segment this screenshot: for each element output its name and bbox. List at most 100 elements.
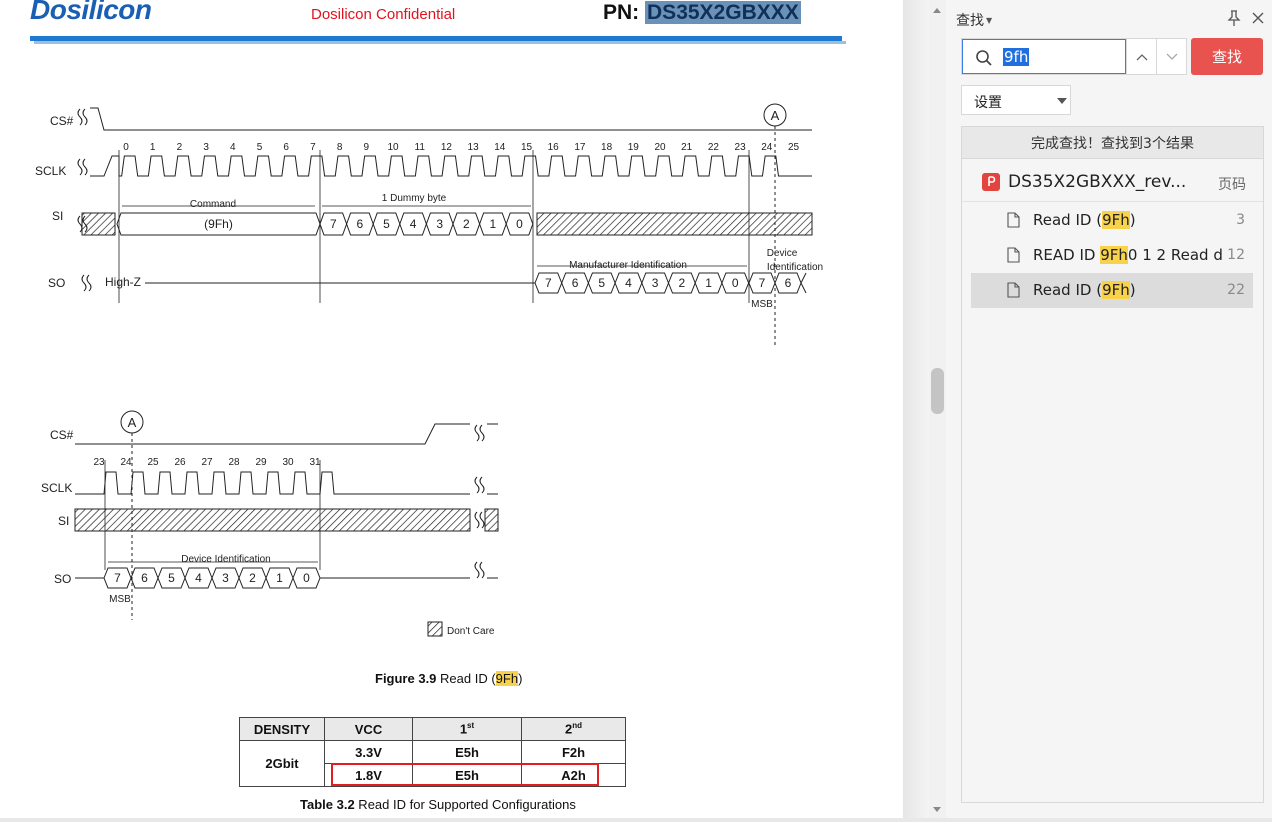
previous-result-button[interactable] — [1126, 39, 1156, 74]
scrollbar-thumb[interactable] — [931, 368, 944, 414]
find-button[interactable]: 查找 — [1191, 38, 1263, 75]
result-file-name: DS35X2GBXXX_rev... — [1008, 172, 1187, 192]
result-page-number: 22 — [1227, 282, 1245, 298]
clock-number: 19 — [628, 142, 640, 153]
device-bit: 1 — [276, 571, 283, 585]
clock-number: 15 — [521, 142, 533, 153]
clock-number: 24 — [761, 142, 773, 153]
document-gutter — [903, 0, 929, 822]
sclk-waveform — [90, 155, 812, 177]
search-box: 9fh — [961, 38, 1187, 75]
clock-number: 25 — [788, 142, 800, 153]
clock-number: 31 — [309, 457, 321, 468]
sclk-label: SCLK — [35, 164, 66, 178]
search-icon — [976, 50, 992, 66]
find-panel: 查找 ▼ 9fh 查找 设置 完成查找！查找到3个结果 DS35X2GBXXX_… — [946, 0, 1272, 818]
bottom-border — [0, 818, 1272, 822]
clock-number: 22 — [708, 142, 720, 153]
highlight-box — [331, 763, 599, 786]
scroll-down-icon[interactable] — [933, 807, 941, 812]
vertical-scrollbar[interactable] — [929, 0, 946, 822]
timing-diagram: CS#SCLKSISOA0 1 2 3 4 5 6 7 8 9 10 11 12 13 14 15 16 17 18… — [35, 103, 823, 637]
settings-label: 设置 — [974, 95, 1002, 111]
clock-number: 10 — [387, 142, 399, 153]
device-bit: 7 — [114, 571, 121, 585]
device-bit: 3 — [222, 571, 229, 585]
table-caption: Table 3.2 Read ID for Supported Configur… — [300, 797, 576, 812]
dummy-label: 1 Dummy byte — [382, 193, 447, 204]
clock-number: 13 — [468, 142, 480, 153]
chevron-up-icon — [1136, 53, 1147, 60]
table-cell: 3.3V — [324, 740, 413, 764]
manufacturer-bit: 4 — [625, 276, 632, 290]
dummy-bit: 7 — [330, 217, 337, 231]
manufacturer-bit: 3 — [652, 276, 659, 290]
device-label: Device Identification — [181, 554, 271, 565]
so-label: SO — [54, 572, 71, 586]
clock-number: 16 — [548, 142, 560, 153]
document-viewer[interactable]: Dosilicon Dosilicon Confidential PN: DS3… — [0, 0, 903, 822]
table-header: DENSITY — [239, 717, 325, 741]
next-result-button[interactable] — [1156, 39, 1186, 74]
table-cell-density: 2Gbit — [239, 740, 325, 787]
clock-number: 17 — [574, 142, 586, 153]
dummy-bit: 3 — [436, 217, 443, 231]
manufacturer-bit: 7 — [545, 276, 552, 290]
device-bit: 6 — [141, 571, 148, 585]
cs-break — [77, 108, 88, 126]
clock-number: 25 — [147, 457, 159, 468]
clock-number: 2 — [177, 142, 183, 153]
caret-down-icon — [1057, 98, 1067, 104]
sclk-waveform — [75, 471, 470, 495]
clock-number: 6 — [283, 142, 289, 153]
result-item[interactable]: READ ID 9Fh0 1 2 Read dev 12 — [971, 238, 1253, 273]
cs-break — [474, 424, 485, 442]
manufacturer-label: Manufacturer Identification — [569, 260, 687, 271]
result-item[interactable]: Read ID (9Fh) 3 — [971, 203, 1253, 238]
settings-dropdown[interactable]: 设置 — [961, 85, 1071, 115]
close-icon[interactable] — [1250, 9, 1266, 27]
manufacturer-bit: 2 — [679, 276, 686, 290]
device-bit: 5 — [168, 571, 175, 585]
si-break — [474, 511, 485, 529]
si-label: SI — [58, 514, 69, 528]
manufacturer-bit: 1 — [705, 276, 712, 290]
si-dont-care — [81, 212, 116, 236]
clock-number: 27 — [201, 457, 213, 468]
search-input[interactable]: 9fh — [962, 39, 1126, 74]
table-header: 2nd — [521, 717, 626, 741]
page-column-label: 页码 — [1218, 177, 1246, 193]
clock-number: 5 — [257, 142, 263, 153]
dummy-bit: 4 — [410, 217, 417, 231]
table-cell: E5h — [412, 740, 522, 764]
manufacturer-bit: 0 — [732, 276, 739, 290]
clock-number: 20 — [654, 142, 666, 153]
si-dont-care-after — [536, 212, 813, 236]
clock-number: 23 — [735, 142, 747, 153]
search-status: 完成查找！查找到3个结果 — [962, 127, 1263, 159]
figure-caption: Figure 3.9 Read ID (9Fh) — [375, 671, 523, 686]
cs-label: CS# — [50, 428, 74, 442]
device-bit: 7 — [759, 276, 766, 290]
search-value: 9fh — [1003, 48, 1030, 66]
device-bit: 6 — [785, 276, 792, 290]
scroll-up-icon[interactable] — [933, 8, 941, 13]
clock-number: 0 — [123, 142, 129, 153]
clock-number: 1 — [150, 142, 156, 153]
device-label: Device — [767, 248, 798, 259]
find-panel-title[interactable]: 查找 ▼ — [956, 10, 992, 30]
dont-care-legend-swatch — [427, 621, 443, 637]
timing-diagram-2: CS#SCLKSISOA23 24 25 26 27 28 29 30 31Device Ide… — [41, 410, 499, 637]
result-file-row[interactable]: DS35X2GBXXX_rev... 页码 — [962, 164, 1263, 202]
si-label: SI — [52, 209, 63, 223]
pin-icon[interactable] — [1226, 9, 1242, 27]
so-continue — [800, 272, 807, 294]
sclk-label: SCLK — [41, 481, 72, 495]
result-item-selected[interactable]: Read ID (9Fh) 22 — [971, 273, 1253, 308]
marker-a-label: A — [128, 415, 137, 430]
si-dont-care — [74, 508, 471, 532]
clock-number: 9 — [364, 142, 370, 153]
table-row: 2Gbit 3.3V E5h F2h — [239, 740, 626, 787]
dummy-bit: 0 — [516, 217, 523, 231]
pdf-file-icon — [982, 173, 1000, 191]
